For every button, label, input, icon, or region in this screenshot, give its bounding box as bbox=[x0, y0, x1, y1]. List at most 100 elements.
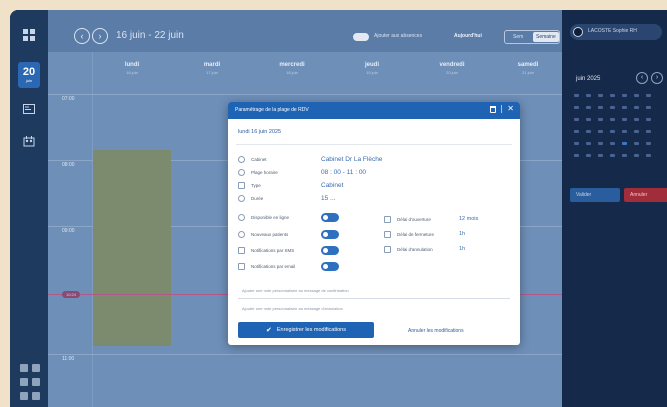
mini-calendar-day[interactable] bbox=[634, 130, 639, 133]
trash-icon[interactable] bbox=[490, 105, 497, 113]
mini-calendar-day[interactable] bbox=[610, 118, 615, 121]
mini-calendar-day[interactable] bbox=[598, 94, 603, 97]
mini-calendar-day[interactable] bbox=[622, 154, 627, 157]
view-week-option[interactable]: Sem bbox=[513, 34, 523, 40]
type-value[interactable]: Cabinet bbox=[321, 182, 343, 189]
mini-next-month-button[interactable]: › bbox=[651, 72, 663, 84]
calendar-today-button[interactable]: 20 juin bbox=[18, 62, 40, 88]
dialog-header: Paramétrage de la plage de RDV ✕ bbox=[228, 102, 520, 119]
mini-calendar-day[interactable] bbox=[646, 118, 651, 121]
mini-calendar-day[interactable] bbox=[622, 94, 627, 97]
day-header[interactable]: vendredi 20 juin bbox=[412, 62, 492, 75]
mini-calendar-day[interactable] bbox=[646, 142, 651, 145]
calendar-close-icon bbox=[384, 230, 391, 238]
cancel-absence-button[interactable]: Annuler bbox=[624, 188, 667, 202]
mini-calendar-day[interactable] bbox=[646, 154, 651, 157]
mini-calendar-day[interactable] bbox=[610, 94, 615, 97]
mini-calendar-day[interactable] bbox=[622, 130, 627, 133]
mini-calendar-day[interactable] bbox=[574, 118, 579, 121]
mini-calendar-day[interactable] bbox=[586, 142, 591, 145]
mini-calendar-day[interactable] bbox=[586, 94, 591, 97]
cabinet-value[interactable]: Cabinet Dr La Flèche bbox=[321, 156, 382, 163]
mini-calendar-day[interactable] bbox=[634, 118, 639, 121]
day-header[interactable]: samedi 21 juin bbox=[488, 62, 568, 75]
next-week-button[interactable]: › bbox=[92, 28, 108, 44]
mini-calendar-day[interactable] bbox=[586, 154, 591, 157]
view-switcher[interactable]: Sem Semaine bbox=[504, 30, 560, 44]
today-month: juin bbox=[25, 78, 33, 83]
mini-prev-month-button[interactable]: ‹ bbox=[636, 72, 648, 84]
mini-calendar-day[interactable] bbox=[622, 118, 627, 121]
mini-calendar-day[interactable] bbox=[586, 106, 591, 109]
mini-calendar-day[interactable] bbox=[586, 130, 591, 133]
cancel-changes-link[interactable]: Annuler les modifications bbox=[408, 328, 464, 334]
mini-calendar-day[interactable] bbox=[622, 142, 627, 145]
type-row: Type Cabinet bbox=[238, 180, 343, 190]
absences-toggle[interactable] bbox=[353, 33, 369, 41]
day-header[interactable]: jeudi 19 juin bbox=[332, 62, 412, 75]
mini-calendar-day[interactable] bbox=[586, 118, 591, 121]
mini-grid-icon[interactable] bbox=[32, 378, 40, 386]
today-button[interactable]: Aujourd'hui bbox=[454, 33, 482, 39]
opening-delay-value[interactable]: 12 mois bbox=[459, 216, 478, 222]
day-header[interactable]: mardi 17 juin bbox=[172, 62, 252, 75]
day-header[interactable]: lundi 16 juin bbox=[92, 62, 172, 75]
note-underline bbox=[238, 298, 510, 299]
mini-calendar-day[interactable] bbox=[610, 154, 615, 157]
time-range-value[interactable]: 08 : 00 - 11 : 00 bbox=[321, 169, 366, 176]
duration-value[interactable]: 15 ... bbox=[321, 195, 335, 202]
mini-calendar-day[interactable] bbox=[646, 94, 651, 97]
closing-delay-value[interactable]: 1h bbox=[459, 231, 465, 237]
timer-icon bbox=[238, 194, 245, 202]
mini-calendar-day[interactable] bbox=[598, 142, 603, 145]
day-header[interactable]: mercredi 18 juin bbox=[252, 62, 332, 75]
mini-calendar-day[interactable] bbox=[598, 130, 603, 133]
team-icon[interactable] bbox=[18, 130, 40, 152]
availability-slot[interactable] bbox=[93, 150, 171, 346]
week-range: 16 juin - 22 juin bbox=[116, 30, 184, 41]
mini-calendar-day[interactable] bbox=[598, 106, 603, 109]
new-patients-toggle[interactable] bbox=[321, 229, 339, 239]
mini-export-icon[interactable] bbox=[20, 392, 28, 400]
mini-calendar-day[interactable] bbox=[646, 130, 651, 133]
prev-week-button[interactable]: ‹ bbox=[74, 28, 90, 44]
user-name: LACOSTE Sophie RH bbox=[588, 28, 637, 34]
mini-print-icon[interactable] bbox=[32, 364, 40, 372]
save-button[interactable]: ✔ Enregistrer les modifications bbox=[238, 322, 374, 338]
mini-calendar-day[interactable] bbox=[574, 106, 579, 109]
mini-calendar-day[interactable] bbox=[634, 154, 639, 157]
mini-calendar-day[interactable] bbox=[634, 142, 639, 145]
patients-card-icon[interactable] bbox=[18, 98, 40, 120]
apps-grid-icon[interactable] bbox=[18, 24, 40, 46]
mini-calendar-day[interactable] bbox=[622, 106, 627, 109]
cancel-delay-value[interactable]: 1h bbox=[459, 246, 465, 252]
mini-settings-icon[interactable] bbox=[20, 364, 28, 372]
sms-toggle[interactable] bbox=[321, 245, 339, 255]
today-number: 20 bbox=[22, 66, 36, 78]
cancellation-note-input[interactable]: Ajouter une note personnalisée au messag… bbox=[242, 306, 343, 311]
view-active-option[interactable]: Semaine bbox=[533, 32, 559, 42]
email-toggle[interactable] bbox=[321, 261, 339, 271]
mini-calendar-day[interactable] bbox=[634, 94, 639, 97]
slot-settings-dialog: Paramétrage de la plage de RDV ✕ lundi 1… bbox=[228, 102, 520, 345]
mini-calendar-day[interactable] bbox=[610, 142, 615, 145]
mini-calendar-day[interactable] bbox=[574, 94, 579, 97]
mini-calendar-day[interactable] bbox=[646, 106, 651, 109]
confirmation-note-input[interactable]: Ajouter une note personnalisée au messag… bbox=[242, 288, 349, 293]
user-menu[interactable]: LACOSTE Sophie RH bbox=[570, 24, 662, 40]
mini-calendar-day[interactable] bbox=[634, 106, 639, 109]
mini-calendar-day[interactable] bbox=[574, 130, 579, 133]
mini-calendar-day[interactable] bbox=[574, 142, 579, 145]
online-toggle[interactable] bbox=[321, 212, 339, 222]
mini-help-icon[interactable] bbox=[32, 392, 40, 400]
mini-calendar-day[interactable] bbox=[574, 154, 579, 157]
cancel-delay-row: Délai d'annulation 1h bbox=[384, 244, 465, 254]
header-divider bbox=[501, 105, 503, 113]
mini-calendar-day[interactable] bbox=[610, 130, 615, 133]
close-icon[interactable]: ✕ bbox=[507, 105, 514, 113]
mini-list-icon[interactable] bbox=[20, 378, 28, 386]
mini-calendar-day[interactable] bbox=[598, 118, 603, 121]
validate-button[interactable]: Valider bbox=[570, 188, 620, 202]
mini-calendar-day[interactable] bbox=[598, 154, 603, 157]
mini-calendar-day[interactable] bbox=[610, 106, 615, 109]
